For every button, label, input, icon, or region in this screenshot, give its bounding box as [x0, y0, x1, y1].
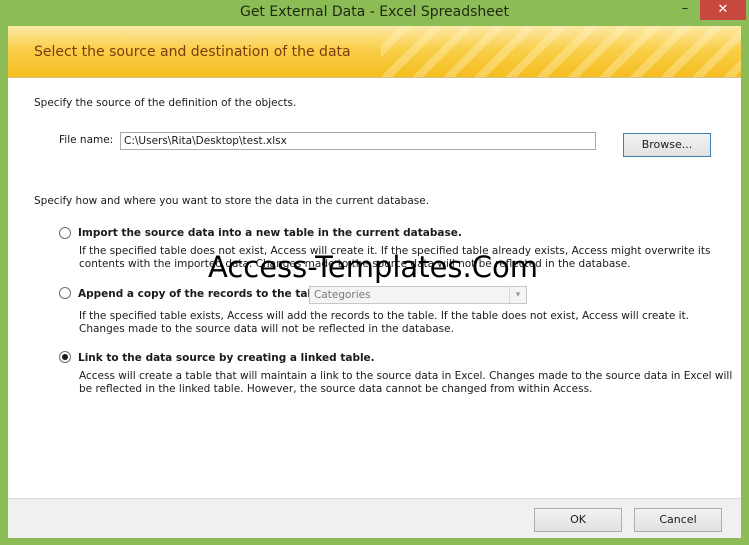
append-table-select[interactable]: Categories ▾	[309, 286, 527, 304]
radio-selected-dot	[62, 354, 68, 360]
source-instruction: Specify the source of the definition of …	[34, 97, 297, 109]
radio-append[interactable]	[59, 287, 71, 299]
close-button[interactable]: ✕	[700, 0, 746, 20]
option-append-label[interactable]: Append a copy of the records to the tabl…	[78, 288, 330, 300]
watermark-text: Access-Templates.Com	[208, 250, 538, 284]
window-title: Get External Data - Excel Spreadsheet	[239, 4, 510, 20]
storage-instruction: Specify how and where you want to store …	[34, 195, 430, 207]
option-append-description-2: Changes made to the source data will not…	[79, 323, 454, 335]
button-bar	[8, 498, 741, 538]
radio-link[interactable]	[59, 351, 71, 363]
header-banner: Select the source and destination of the…	[8, 26, 741, 77]
option-append-description-1: If the specified table exists, Access wi…	[79, 310, 690, 322]
cancel-button[interactable]: Cancel	[634, 508, 722, 532]
banner-decoration	[381, 26, 741, 77]
dialog-body: Select the source and destination of the…	[8, 26, 741, 538]
ok-button[interactable]: OK	[534, 508, 622, 532]
option-import-label[interactable]: Import the source data into a new table …	[78, 227, 462, 239]
file-name-input[interactable]	[120, 132, 596, 150]
option-link-description-1: Access will create a table that will mai…	[79, 370, 733, 382]
option-link-label[interactable]: Link to the data source by creating a li…	[78, 352, 375, 364]
option-link-description-2: be reflected in the linked table. Howeve…	[79, 383, 593, 395]
radio-import[interactable]	[59, 227, 71, 239]
append-table-value: Categories	[314, 289, 371, 301]
banner-divider	[8, 77, 741, 78]
minimize-button[interactable]: –	[672, 0, 698, 20]
browse-button[interactable]: Browse...	[623, 133, 711, 157]
chevron-down-icon: ▾	[509, 287, 526, 303]
file-name-label: File name:	[59, 134, 114, 146]
title-bar: Get External Data - Excel Spreadsheet – …	[0, 0, 749, 26]
banner-title: Select the source and destination of the…	[34, 44, 351, 60]
